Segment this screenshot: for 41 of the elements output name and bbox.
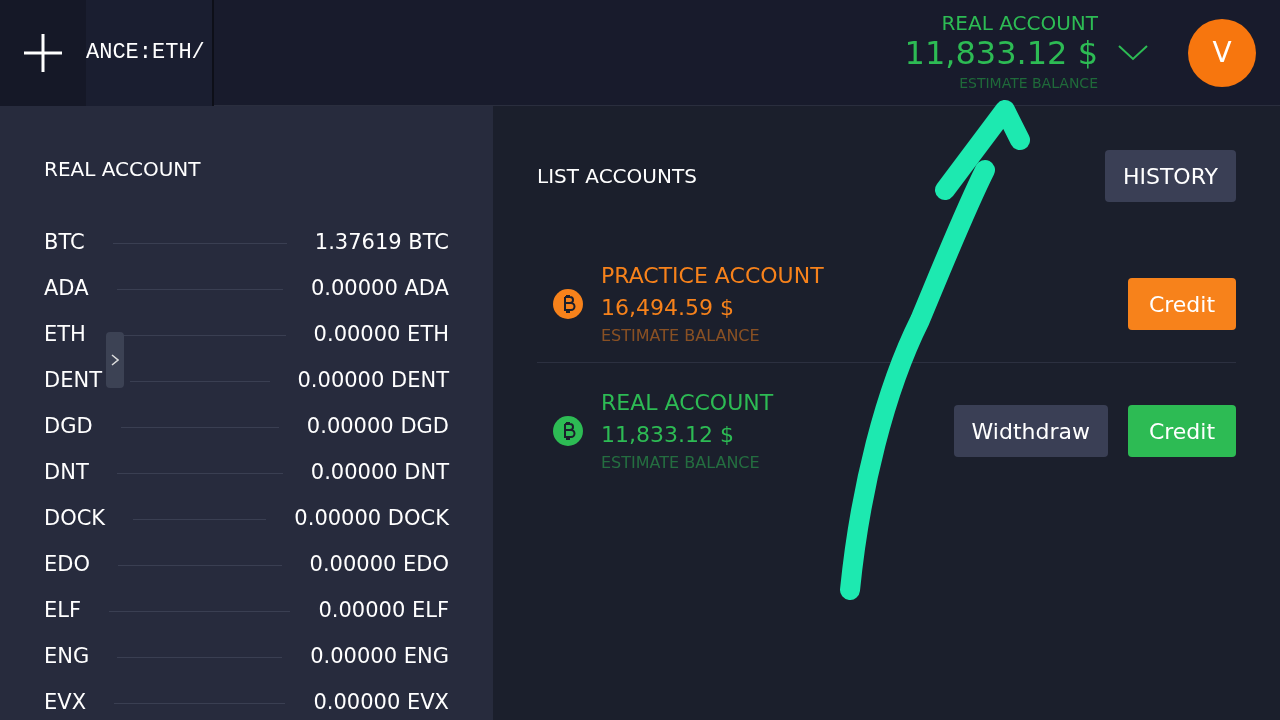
account-balance: 11,833.12 $ — [904, 34, 1098, 71]
withdraw-button[interactable]: Widthdraw — [953, 405, 1108, 457]
balance-caption: ESTIMATE BALANCE — [601, 452, 761, 474]
chevron-right-icon — [111, 354, 119, 366]
coin-symbol: ELF — [44, 597, 82, 625]
coin-symbol: BTC — [44, 229, 85, 257]
coin-symbol: ETH — [44, 321, 86, 349]
account-balance: 16,494.59 $ — [601, 294, 735, 322]
coin-symbol: ENG — [44, 643, 90, 671]
coin-amount: 0.00000 ENG — [310, 643, 449, 671]
balance-caption: ESTIMATE BALANCE — [601, 325, 761, 347]
coin-amount: 0.00000 DGD — [306, 413, 449, 441]
coin-amount: 0.00000 EDO — [309, 551, 449, 579]
coin-symbol: ADA — [44, 275, 89, 303]
coin-symbol: DOCK — [44, 505, 106, 533]
coin-amount: 0.00000 DNT — [310, 459, 449, 487]
wallet-title: REAL ACCOUNT — [44, 156, 202, 183]
coin-amount: 0.00000 ELF — [318, 597, 449, 625]
balance-caption: ESTIMATE BALANCE — [959, 73, 1098, 93]
coin-amount: 0.00000 ADA — [310, 275, 449, 303]
account-balance: 11,833.12 $ — [601, 421, 735, 449]
coin-symbol: DENT — [44, 367, 102, 395]
list-title: LIST ACCOUNTS — [537, 163, 697, 190]
coin-amount: 0.00000 ETH — [313, 321, 449, 349]
coin-symbol: DGD — [44, 413, 93, 441]
plus-icon — [22, 31, 64, 74]
coin-amount: 0.00000 DENT — [297, 367, 449, 395]
collapse-handle[interactable] — [106, 332, 124, 388]
coin-symbol: EDO — [44, 551, 90, 579]
account-title: REAL ACCOUNT — [941, 10, 1098, 35]
history-button[interactable]: HISTORY — [1104, 150, 1236, 202]
add-button[interactable] — [0, 0, 86, 106]
coin-amount: 0.00000 EVX — [313, 689, 449, 717]
coin-amount: 0.00000 DOCK — [294, 505, 449, 533]
account-name: PRACTICE ACCOUNT — [601, 262, 825, 290]
account-name: REAL ACCOUNT — [601, 389, 775, 417]
chevron-down-icon[interactable] — [1118, 44, 1148, 61]
symbol-tab[interactable]: ANCE:ETH/ — [86, 0, 214, 106]
coin-amount: 1.37619 BTC — [314, 229, 449, 257]
coin-symbol: EVX — [44, 689, 87, 717]
coin-symbol: DNT — [44, 459, 89, 487]
